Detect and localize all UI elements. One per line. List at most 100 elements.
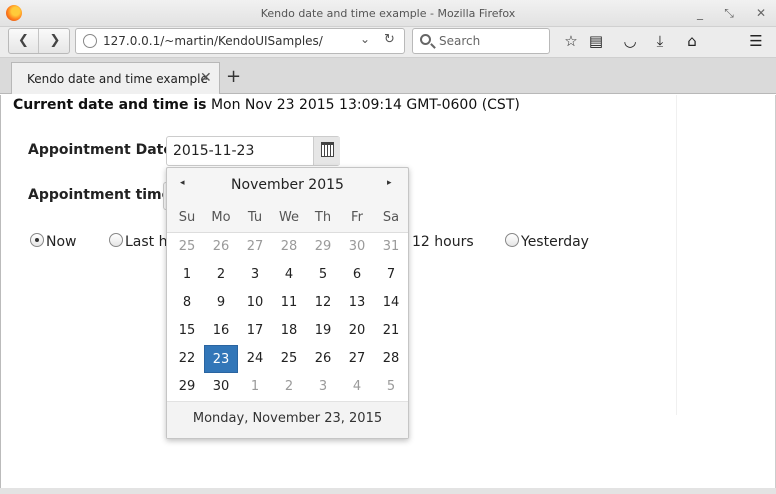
- search-icon: [420, 34, 431, 45]
- calendar-day[interactable]: 11: [272, 289, 306, 317]
- calendar-day[interactable]: 4: [340, 373, 374, 401]
- radio-last-hour-label: Last h: [125, 234, 168, 250]
- calendar-day[interactable]: 5: [374, 373, 408, 401]
- calendar-toggle-button[interactable]: [313, 137, 340, 165]
- menu-icon[interactable]: ☰: [746, 31, 766, 51]
- calendar-day[interactable]: 19: [306, 317, 340, 345]
- calendar-day[interactable]: 7: [374, 261, 408, 289]
- url-bar[interactable]: 127.0.0.1/~martin/KendoUISamples/ ⌄ ↻: [75, 28, 405, 54]
- calendar-day[interactable]: 1: [238, 373, 272, 401]
- calendar-day[interactable]: 20: [340, 317, 374, 345]
- calendar-day[interactable]: 30: [340, 233, 374, 261]
- calendar-day[interactable]: 2: [272, 373, 306, 401]
- navigation-toolbar: ❮ ❯ 127.0.0.1/~martin/KendoUISamples/ ⌄ …: [0, 27, 776, 58]
- calendar-footer[interactable]: Monday, November 23, 2015: [167, 401, 408, 438]
- calendar-day[interactable]: 4: [272, 261, 306, 289]
- calendar-day[interactable]: 24: [238, 345, 272, 373]
- bookmark-star-icon[interactable]: ☆: [561, 31, 581, 51]
- radio-last-hour-circle[interactable]: [109, 233, 123, 247]
- page-left-border: [0, 95, 1, 494]
- search-input[interactable]: [439, 32, 544, 50]
- calendar-next-icon[interactable]: ▸: [387, 178, 392, 188]
- calendar-day[interactable]: 28: [272, 233, 306, 261]
- calendar-day[interactable]: 27: [238, 233, 272, 261]
- calendar-day[interactable]: 12: [306, 289, 340, 317]
- calendar-day[interactable]: 15: [170, 317, 204, 345]
- calendar-day-grid: 25 26 27 28 29 30 31 1 2 3 4 5 6 7 8 9 10 11 12 13 14 15 16 17 1…: [167, 233, 408, 401]
- back-forward-group: ❮ ❯: [8, 28, 70, 54]
- radio-now-circle[interactable]: [30, 233, 44, 247]
- back-button[interactable]: ❮: [9, 29, 39, 53]
- calendar-month-title[interactable]: November 2015: [167, 177, 408, 193]
- calendar-day[interactable]: 30: [204, 373, 238, 401]
- calendar-day[interactable]: 22: [170, 345, 204, 373]
- tab-close-icon[interactable]: ✕: [200, 70, 212, 86]
- forward-button[interactable]: ❯: [40, 29, 70, 53]
- radio-now-label: Now: [46, 234, 77, 250]
- calendar-day[interactable]: 27: [340, 345, 374, 373]
- reload-icon[interactable]: ↻: [384, 32, 395, 47]
- calendar-day[interactable]: 17: [238, 317, 272, 345]
- calendar-day[interactable]: 25: [272, 345, 306, 373]
- calendar-day[interactable]: 3: [306, 373, 340, 401]
- calendar-day[interactable]: 29: [306, 233, 340, 261]
- calendar-day[interactable]: 28: [374, 345, 408, 373]
- calendar-weekday: Su: [178, 210, 196, 225]
- window-titlebar: Kendo date and time example - Mozilla Fi…: [0, 0, 776, 27]
- calendar-day[interactable]: 16: [204, 317, 238, 345]
- download-icon[interactable]: ⤓: [650, 31, 670, 51]
- calendar-day[interactable]: 2: [204, 261, 238, 289]
- calendar-header: ◂ November 2015 ▸: [167, 168, 408, 202]
- appointment-date-picker[interactable]: 2015-11-23: [166, 136, 340, 166]
- calendar-day[interactable]: 21: [374, 317, 408, 345]
- calendar-weekday: We: [278, 210, 300, 225]
- calendar-day[interactable]: 26: [204, 233, 238, 261]
- calendar-day-selected[interactable]: 23: [204, 345, 238, 373]
- current-datetime-label: Current date and time is: [13, 97, 207, 113]
- calendar-day[interactable]: 14: [374, 289, 408, 317]
- tab-label: Kendo date and time example: [27, 72, 208, 86]
- calendar-day[interactable]: 18: [272, 317, 306, 345]
- radio-yesterday-label: Yesterday: [521, 234, 589, 250]
- pocket-icon[interactable]: ◡: [620, 31, 640, 51]
- calendar-day[interactable]: 10: [238, 289, 272, 317]
- url-history-dropdown-icon[interactable]: ⌄: [360, 32, 370, 46]
- calendar-day[interactable]: 31: [374, 233, 408, 261]
- page-bottom-bar: [0, 488, 776, 494]
- calendar-weekday: Fr: [351, 210, 363, 225]
- appointment-time-label: Appointment time:: [28, 187, 177, 203]
- calendar-day[interactable]: 8: [170, 289, 204, 317]
- calendar-day[interactable]: 13: [340, 289, 374, 317]
- tab-kendo-example[interactable]: Kendo date and time example ✕: [11, 62, 220, 94]
- calendar-day[interactable]: 26: [306, 345, 340, 373]
- maximize-icon[interactable]: ⤡: [721, 5, 737, 21]
- calendar-day[interactable]: 9: [204, 289, 238, 317]
- home-icon[interactable]: ⌂: [682, 31, 702, 51]
- tab-strip: Kendo date and time example ✕ +: [0, 58, 776, 94]
- calendar-day[interactable]: 6: [340, 261, 374, 289]
- minimize-icon[interactable]: _: [692, 5, 708, 21]
- appointment-date-input[interactable]: 2015-11-23: [173, 143, 254, 159]
- current-datetime: Current date and time is Mon Nov 23 2015…: [13, 97, 520, 113]
- calendar-day[interactable]: 1: [170, 261, 204, 289]
- close-icon[interactable]: ✕: [753, 5, 769, 21]
- new-tab-icon[interactable]: +: [226, 66, 241, 87]
- calendar-today-link[interactable]: Monday, November 23, 2015: [167, 411, 408, 426]
- calendar-weekday: Mo: [211, 210, 231, 225]
- calendar-day[interactable]: 3: [238, 261, 272, 289]
- appointment-date-label: Appointment Date:: [28, 142, 179, 158]
- search-box[interactable]: [412, 28, 550, 54]
- calendar-icon: [321, 142, 334, 157]
- window-title: Kendo date and time example - Mozilla Fi…: [260, 7, 516, 20]
- calendar-day[interactable]: 25: [170, 233, 204, 261]
- page-content: Current date and time is Mon Nov 23 2015…: [0, 95, 776, 494]
- current-datetime-value: Mon Nov 23 2015 13:09:14 GMT-0600 (CST): [210, 97, 520, 113]
- site-info-icon[interactable]: [83, 34, 97, 48]
- page-divider: [676, 95, 677, 415]
- calendar-day[interactable]: 29: [170, 373, 204, 401]
- calendar-weekday: Sa: [382, 210, 400, 225]
- calendar-day[interactable]: 5: [306, 261, 340, 289]
- radio-yesterday-circle[interactable]: [505, 233, 519, 247]
- radio-12-hours-label: 12 hours: [412, 234, 474, 250]
- reading-list-icon[interactable]: ▤: [586, 31, 606, 51]
